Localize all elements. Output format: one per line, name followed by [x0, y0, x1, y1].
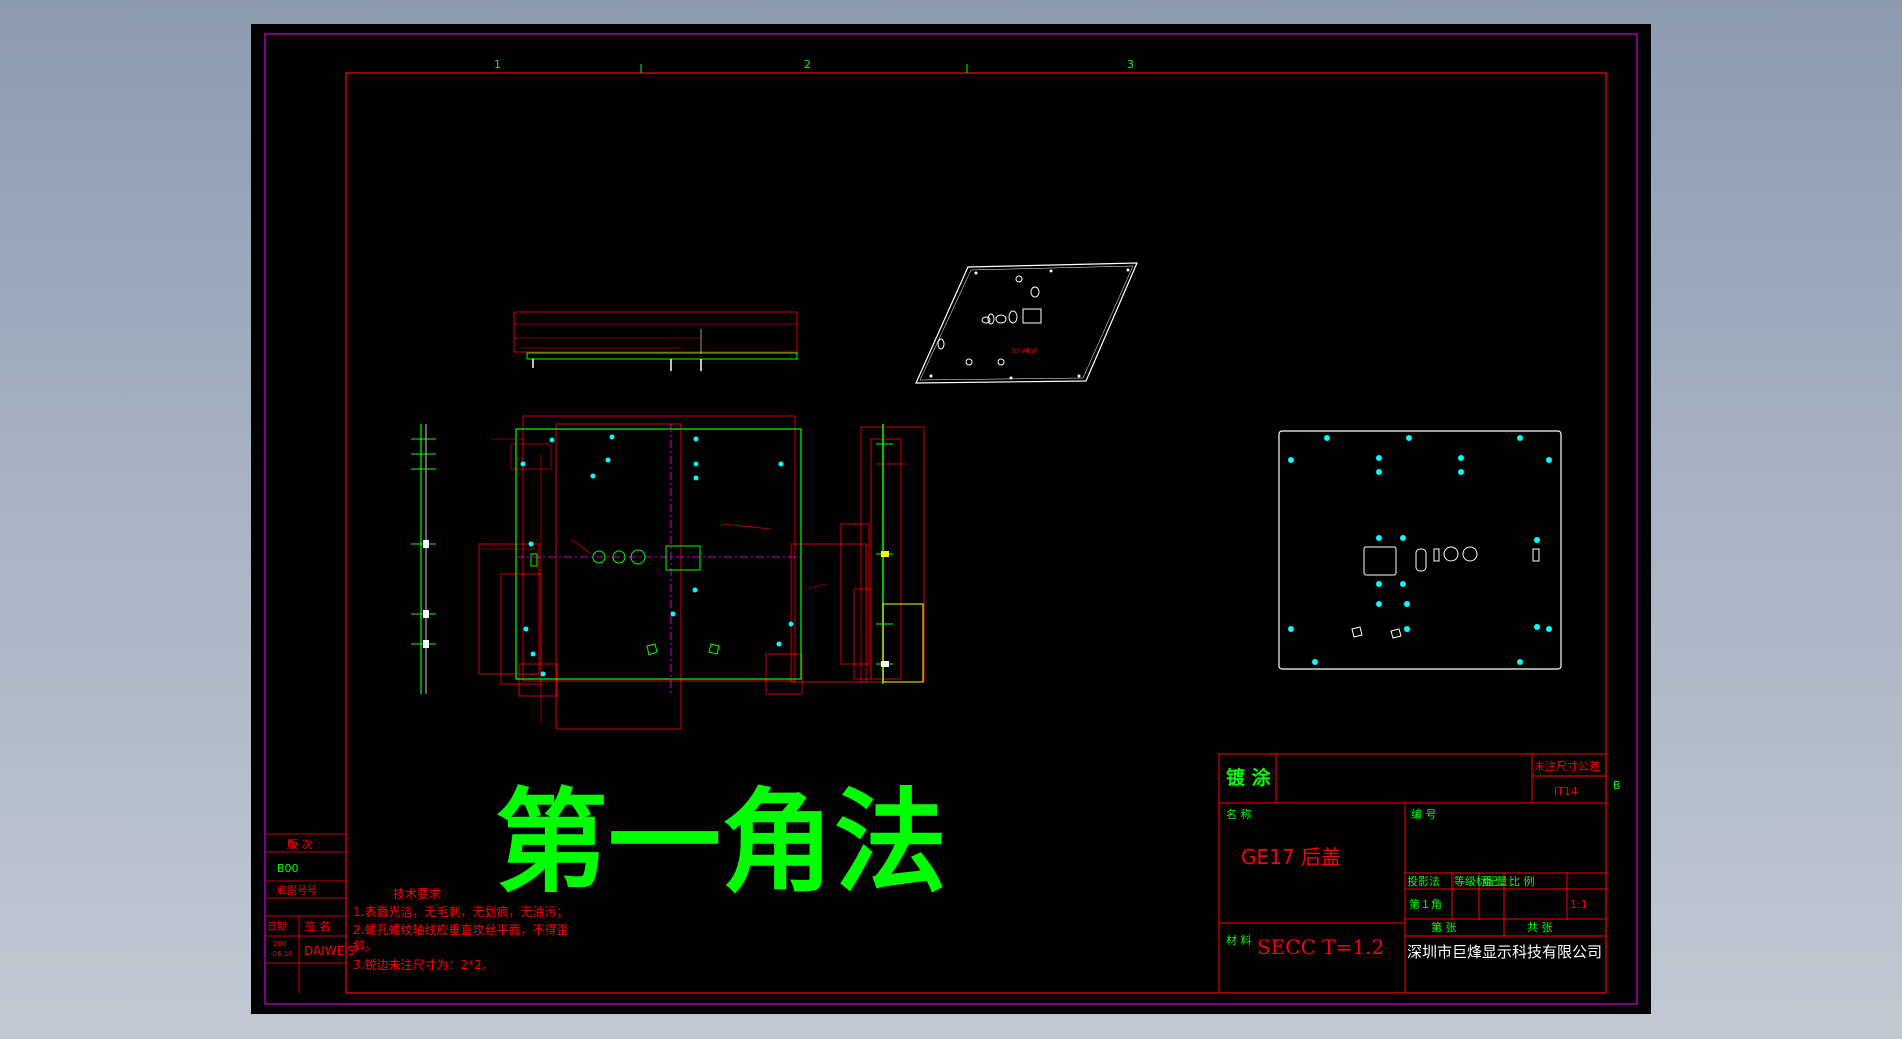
material-value: SECC T=1.2 [1257, 935, 1384, 959]
sign-label: 签 名 [305, 919, 331, 933]
total-label: 共 张 [1527, 921, 1553, 934]
back-view [1278, 430, 1562, 670]
zone-markers: 1 2 3 B [494, 58, 1621, 792]
zone-b: B [1613, 779, 1621, 792]
revision-block: 版 次 B00 底图号号 日期 签 名 200 -06.16 DAIWEIS [265, 833, 355, 993]
title-block: 镀 涂 未注尺寸公差 IT14 名 称 GE17 后盖 编 号 投影法 等级标记… [1218, 753, 1607, 994]
version-label: 版 次 [287, 837, 313, 851]
part-name: GE17 后盖 [1241, 845, 1341, 869]
3d-view-label: 3D VIEW [1011, 348, 1037, 355]
number-label: 编 号 [1411, 807, 1437, 821]
date-value-1: 200 [273, 940, 286, 948]
signer: DAIWEIS [304, 944, 355, 958]
outer-frame [264, 33, 1638, 1005]
left-side-view [411, 424, 436, 694]
top-view [513, 311, 798, 371]
company-name: 深圳市巨烽显示科技有限公司 [1407, 943, 1602, 961]
zone-3: 3 [1127, 58, 1134, 71]
tech-line-3: 3.锐边未注尺寸为：2*2。 [353, 957, 494, 972]
zone-1: 1 [494, 58, 501, 71]
right-side-view [840, 424, 925, 684]
projection-label: 投影法 [1407, 874, 1440, 888]
tech-line-2: 2.螺孔螺纹轴线应垂直攻丝平面，不得歪 [353, 922, 568, 937]
scale-value: 1:1 [1570, 898, 1588, 911]
tech-heading: 技术要求 [393, 887, 441, 901]
scale-label: 比 例 [1509, 874, 1535, 888]
date-value-2: -06.16 [270, 950, 293, 958]
drawing-sheet: 1 2 3 B 3D VIEW 第一角法 技术要求 1.表面光洁，无毛刺，无划痕… [264, 33, 1638, 1005]
version-value: B00 [277, 862, 299, 875]
zone-2: 2 [804, 58, 811, 71]
tech-line-1: 1.表面光洁，无毛刺，无划痕，无油污； [353, 904, 568, 919]
date-label: 日期 [267, 921, 287, 933]
name-label: 名 称 [1226, 807, 1252, 821]
plating-label: 镀 涂 [1226, 766, 1271, 789]
cad-viewport[interactable]: 1 2 3 B 3D VIEW 第一角法 技术要求 1.表面光洁，无毛刺，无划痕… [251, 24, 1651, 1014]
tolerance-value: IT14 [1554, 785, 1578, 798]
material-label: 材 料 [1226, 933, 1252, 947]
projection-value: 第１角 [1409, 897, 1442, 911]
projection-method-title: 第一角法 [495, 777, 947, 908]
sheet-label: 第 张 [1431, 920, 1457, 934]
iso-3d-view: 3D VIEW [915, 262, 1138, 384]
front-view [478, 415, 867, 730]
tech-line-2b: 斜。 [353, 939, 377, 953]
weight-label: 重 量 [1482, 874, 1508, 888]
drawing-no-label: 底图号号 [277, 884, 317, 897]
tolerance-label: 未注尺寸公差 [1534, 759, 1600, 773]
